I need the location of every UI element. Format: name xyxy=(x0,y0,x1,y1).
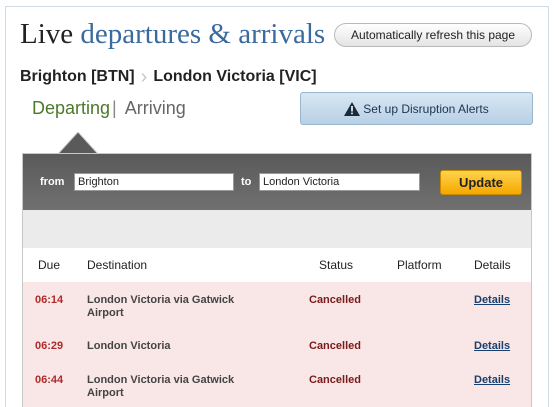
route-to: London Victoria [VIC] xyxy=(153,68,317,85)
table-row: 06:29 London Victoria Cancelled Details xyxy=(23,328,531,362)
disruption-alerts-label: Set up Disruption Alerts xyxy=(363,101,489,116)
from-label: from xyxy=(40,176,65,188)
table-row: 06:14 London Victoria via Gatwick Airpor… xyxy=(23,282,531,328)
row-status: Cancelled xyxy=(309,374,361,386)
from-station-input[interactable] xyxy=(74,173,234,191)
route-from: Brighton [BTN] xyxy=(20,68,135,85)
disruption-alerts-button[interactable]: Set up Disruption Alerts xyxy=(300,92,533,125)
search-bar: from to Update xyxy=(23,154,531,210)
row-details-link[interactable]: Details xyxy=(474,340,510,352)
to-station-input[interactable] xyxy=(259,173,420,191)
header-details: Details xyxy=(474,258,511,272)
table-header: Due Destination Status Platform Details xyxy=(23,248,531,282)
to-label: to xyxy=(241,176,252,188)
route-breadcrumb: Brighton [BTN] › London Victoria [VIC] xyxy=(20,66,317,88)
row-due: 06:29 xyxy=(35,340,64,352)
tab-departing[interactable]: Departing xyxy=(32,98,110,118)
table-row: 06:44 London Victoria via Gatwick Airpor… xyxy=(23,362,531,407)
row-due: 06:14 xyxy=(35,294,64,306)
page-title: Live departures & arrivals xyxy=(20,16,325,52)
departures-panel: from to Update Due Destination Status Pl… xyxy=(22,153,532,407)
header-destination: Destination xyxy=(87,258,148,272)
row-details-link[interactable]: Details xyxy=(474,374,510,386)
tab-separator: | xyxy=(112,98,117,118)
title-accent: departures & arrivals xyxy=(80,18,326,50)
auto-refresh-button[interactable]: Automatically refresh this page xyxy=(334,23,532,47)
row-due: 06:44 xyxy=(35,374,64,386)
chevron-right-icon: › xyxy=(140,66,148,88)
row-destination: London Victoria xyxy=(87,340,171,352)
row-destination: London Victoria via Gatwick Airport xyxy=(87,294,235,319)
row-status: Cancelled xyxy=(309,340,361,352)
tab-arriving[interactable]: Arriving xyxy=(125,98,186,118)
direction-tabs: Departing | Arriving xyxy=(32,98,186,119)
row-destination: London Victoria via Gatwick Airport xyxy=(87,374,235,399)
header-status: Status xyxy=(319,258,354,272)
header-due: Due xyxy=(38,258,61,272)
header-platform: Platform xyxy=(397,258,442,272)
spacer-band xyxy=(23,210,531,248)
warning-icon xyxy=(344,101,361,116)
update-button[interactable]: Update xyxy=(440,170,522,195)
row-details-link[interactable]: Details xyxy=(474,294,510,306)
tab-pointer xyxy=(58,132,98,154)
row-status: Cancelled xyxy=(309,294,361,306)
title-plain: Live xyxy=(20,18,74,50)
